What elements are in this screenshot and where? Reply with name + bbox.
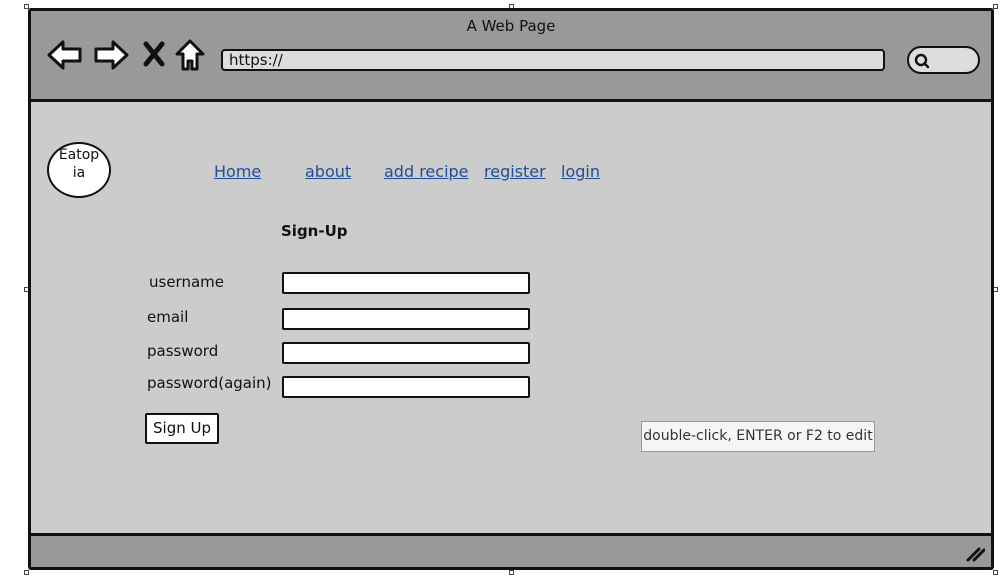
logo-text-line1: Eatop [58,147,100,163]
nav-link-about[interactable]: about [305,162,351,181]
selection-handle[interactable] [24,570,29,575]
selection-handle[interactable] [993,4,998,9]
site-logo[interactable]: Eatop ia [47,142,111,198]
status-bar [31,533,991,567]
search-box[interactable] [907,46,980,74]
nav-link-login[interactable]: login [561,162,600,181]
password-input[interactable] [282,342,530,364]
search-icon [914,53,930,69]
resize-grip-icon[interactable] [965,546,985,562]
selection-handle[interactable] [509,570,514,575]
url-input[interactable]: https:// [221,49,885,71]
email-label: email [147,308,189,326]
back-arrow-icon[interactable] [46,38,84,72]
forward-arrow-icon[interactable] [92,38,130,72]
page-heading: Sign-Up [281,222,348,240]
nav-link-add-recipe[interactable]: add recipe [384,162,469,181]
nav-link-home[interactable]: Home [214,162,261,181]
password-again-input[interactable] [282,376,530,398]
password-again-label: password(again) [147,374,272,392]
window-title: A Web Page [466,17,556,35]
username-input[interactable] [282,272,530,294]
sign-up-button[interactable]: Sign Up [145,413,219,444]
email-input[interactable] [282,308,530,330]
close-x-icon[interactable] [141,40,167,68]
edit-hint-tooltip: double-click, ENTER or F2 to edit [641,421,875,452]
password-label: password [147,342,219,360]
browser-window-mockup[interactable]: A Web Page https:// Eatop ia Home about … [28,8,994,570]
username-label: username [149,273,224,291]
selection-handle[interactable] [993,570,998,575]
browser-toolbar: A Web Page https:// [31,11,991,102]
home-icon[interactable] [174,38,206,72]
logo-text-line2: ia [72,165,86,181]
nav-link-register[interactable]: register [484,162,546,181]
